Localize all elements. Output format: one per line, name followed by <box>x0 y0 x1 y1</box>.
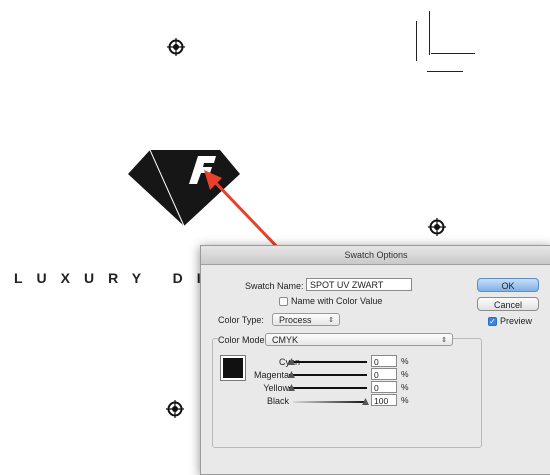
magenta-value-field[interactable]: 0 <box>371 368 397 380</box>
brand-text: LUXURY DI <box>14 270 215 286</box>
preview-checkbox[interactable]: ✓ <box>488 317 497 326</box>
color-mode-select[interactable]: CMYK ⇕ <box>265 333 453 346</box>
black-unit: % <box>401 395 409 405</box>
magenta-unit: % <box>401 369 409 379</box>
cancel-button[interactable]: Cancel <box>477 297 539 311</box>
registration-mark-icon <box>428 218 446 236</box>
slider-knob-icon[interactable] <box>288 384 295 391</box>
cyan-slider[interactable] <box>288 358 367 365</box>
slider-knob-icon[interactable] <box>288 371 295 378</box>
color-type-value: Process <box>279 315 312 325</box>
slider-knob-icon[interactable] <box>362 398 369 405</box>
swatch-name-label: Swatch Name: <box>245 281 304 291</box>
ok-button[interactable]: OK <box>477 278 539 292</box>
color-mode-label: Color Mode: <box>218 335 270 345</box>
crop-mark <box>427 71 463 72</box>
color-swatch-preview <box>220 355 246 381</box>
yellow-unit: % <box>401 382 409 392</box>
crop-mark <box>429 11 430 55</box>
dialog-title: Swatch Options <box>201 246 550 265</box>
stepper-arrows-icon: ⇕ <box>441 337 447 344</box>
stepper-arrows-icon: ⇕ <box>328 317 334 324</box>
cyan-unit: % <box>401 356 409 366</box>
slider-knob-icon[interactable] <box>288 358 295 365</box>
yellow-value-field[interactable]: 0 <box>371 381 397 393</box>
crop-mark <box>431 53 475 54</box>
swatch-options-dialog: Swatch Options Swatch Name: SPOT UV ZWAR… <box>200 245 550 475</box>
magenta-label: Magenta <box>253 370 289 380</box>
registration-mark-icon <box>166 400 184 418</box>
magenta-slider[interactable] <box>288 371 367 378</box>
preview-label: Preview <box>500 316 533 326</box>
cyan-value-field[interactable]: 0 <box>371 355 397 367</box>
swatch-name-field[interactable]: SPOT UV ZWART <box>306 278 412 291</box>
name-with-color-value-checkbox[interactable] <box>279 297 288 306</box>
name-with-color-value-label: Name with Color Value <box>291 296 383 306</box>
crop-mark <box>416 21 417 61</box>
black-slider[interactable] <box>293 398 369 405</box>
black-label: Black <box>266 396 289 406</box>
yellow-slider[interactable] <box>288 384 367 391</box>
color-type-select[interactable]: Process ⇕ <box>272 313 340 326</box>
registration-mark-icon <box>167 38 185 56</box>
color-type-label: Color Type: <box>218 315 264 325</box>
color-mode-value: CMYK <box>272 335 299 345</box>
color-mode-group <box>212 338 482 448</box>
yellow-label: Yellow <box>263 383 289 393</box>
black-value-field[interactable]: 100 <box>371 394 397 406</box>
